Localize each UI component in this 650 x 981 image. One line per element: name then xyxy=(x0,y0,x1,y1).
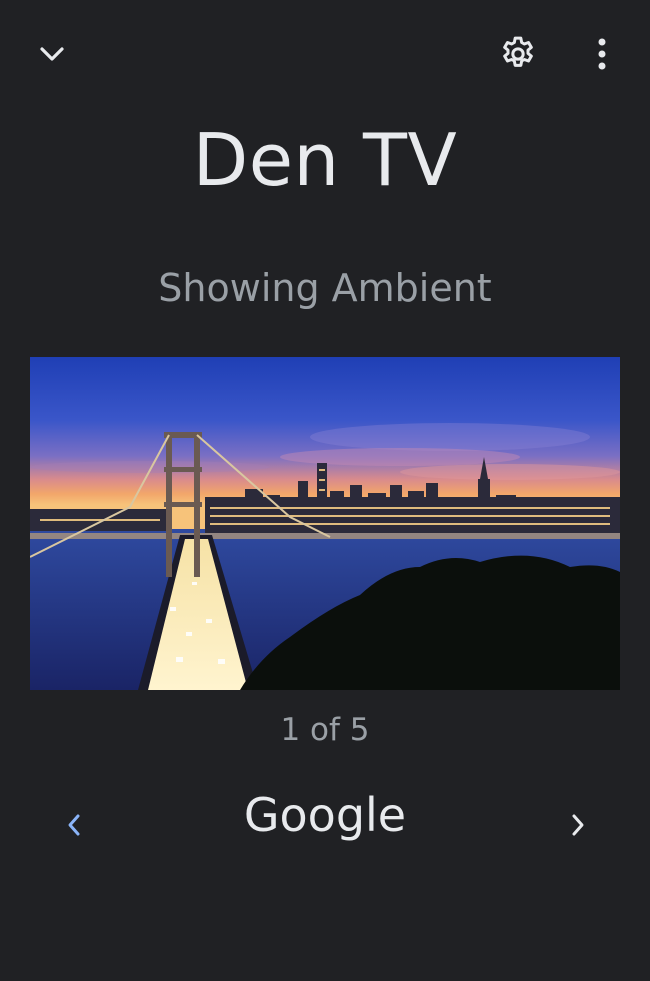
city-bridge-photo xyxy=(30,357,620,690)
next-source-button[interactable] xyxy=(556,800,600,850)
chevron-down-icon xyxy=(40,47,64,61)
ambient-status: Showing Ambient xyxy=(158,266,492,310)
chevron-right-icon xyxy=(572,814,584,836)
collapse-button[interactable] xyxy=(28,32,76,76)
device-name: Den TV xyxy=(192,118,458,202)
ambient-screen: Den TV Showing Ambient 1 of 5 Google xyxy=(0,0,650,981)
gear-icon xyxy=(503,36,533,67)
ambient-photo-preview[interactable] xyxy=(30,357,620,690)
settings-button[interactable] xyxy=(492,30,544,78)
more-vert-icon xyxy=(598,38,606,70)
page-indicator: 1 of 5 xyxy=(280,712,370,748)
more-options-button[interactable] xyxy=(580,30,624,78)
source-name: Google xyxy=(243,788,407,842)
